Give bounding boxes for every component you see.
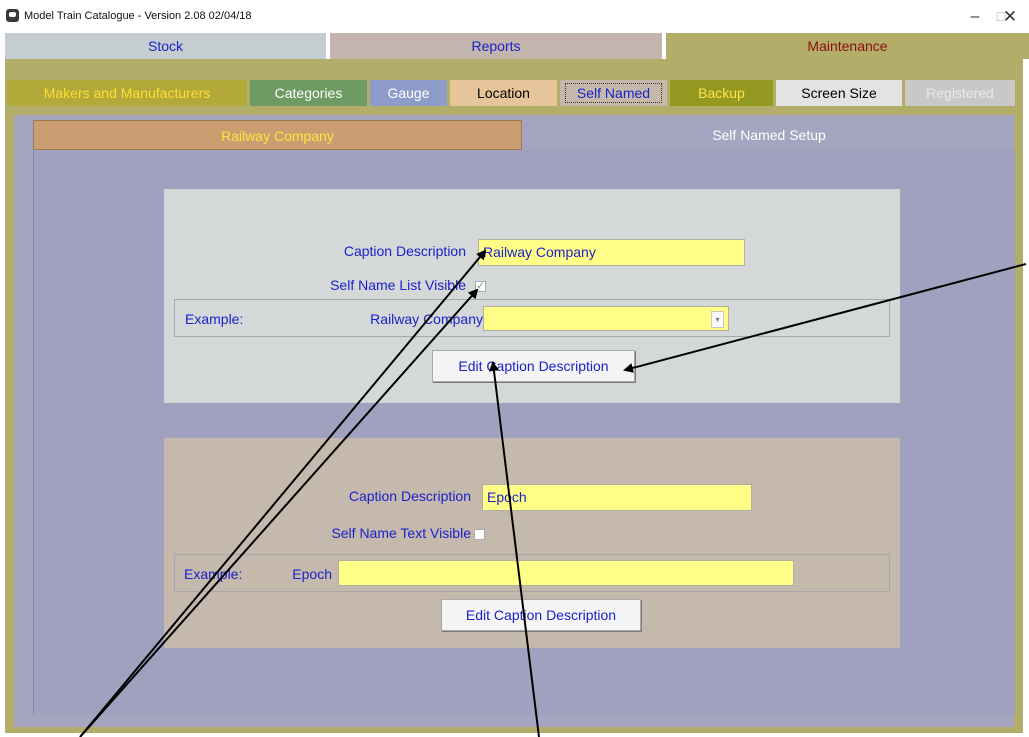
edit-caption-description-button[interactable]: Edit Caption Description [441, 599, 641, 631]
railway-company-section: Caption Description Railway Company Self… [164, 189, 900, 403]
example-row: Example: Epoch [174, 554, 890, 592]
epoch-section: Caption Description Epoch Self Name Text… [164, 438, 900, 648]
example-field-label: Railway Company [370, 311, 483, 327]
title-bar: Model Train Catalogue - Version 2.08 02/… [0, 0, 1029, 33]
example-field-label: Epoch [292, 566, 332, 582]
epoch-text-input[interactable] [338, 560, 794, 586]
tab-registered: Registered [905, 80, 1015, 106]
chevron-down-icon[interactable]: ▾ [711, 311, 724, 328]
caption-description-label: Caption Description [343, 243, 466, 259]
edit-caption-description-button[interactable]: Edit Caption Description [432, 350, 635, 382]
example-label: Example: [184, 566, 243, 582]
main-tab-strip: Stock Reports Maintenance [0, 33, 1029, 59]
tab-backup[interactable]: Backup [670, 80, 773, 106]
tab-makers-and-manufacturers[interactable]: Makers and Manufacturers [7, 80, 247, 106]
app-icon [6, 9, 19, 22]
self-name-text-visible-label: Self Name Text Visible [331, 525, 471, 541]
self-name-list-visible-label: Self Name List Visible [330, 277, 466, 293]
railway-company-dropdown[interactable]: ▾ [483, 306, 729, 331]
tab-stock[interactable]: Stock [5, 33, 327, 59]
tab-railway-company[interactable]: Railway Company [33, 120, 522, 150]
tab-reports[interactable]: Reports [330, 33, 663, 59]
tab-self-named-setup[interactable]: Self Named Setup [524, 120, 1014, 150]
tab-location[interactable]: Location [450, 80, 557, 106]
tab-self-named[interactable]: Self Named [560, 80, 667, 106]
tab-gauge[interactable]: Gauge [370, 80, 447, 106]
tab-categories[interactable]: Categories [250, 80, 367, 106]
close-button[interactable]: ✕ [1000, 6, 1020, 28]
tab-self-named-label: Self Named [565, 83, 662, 103]
self-name-text-visible-checkbox[interactable] [474, 529, 485, 540]
tab-maintenance[interactable]: Maintenance [666, 33, 1029, 59]
example-row: Example: Railway Company ▾ [174, 299, 890, 337]
tab-screen-size[interactable]: Screen Size [776, 80, 902, 106]
caption-description-input[interactable]: Epoch [482, 484, 752, 511]
caption-description-input[interactable]: Railway Company [478, 239, 745, 266]
window-title: Model Train Catalogue - Version 2.08 02/… [24, 10, 252, 22]
example-label: Example: [185, 311, 244, 327]
self-name-list-visible-checkbox[interactable]: ✓ [475, 281, 486, 292]
caption-description-label: Caption Description [348, 488, 471, 504]
